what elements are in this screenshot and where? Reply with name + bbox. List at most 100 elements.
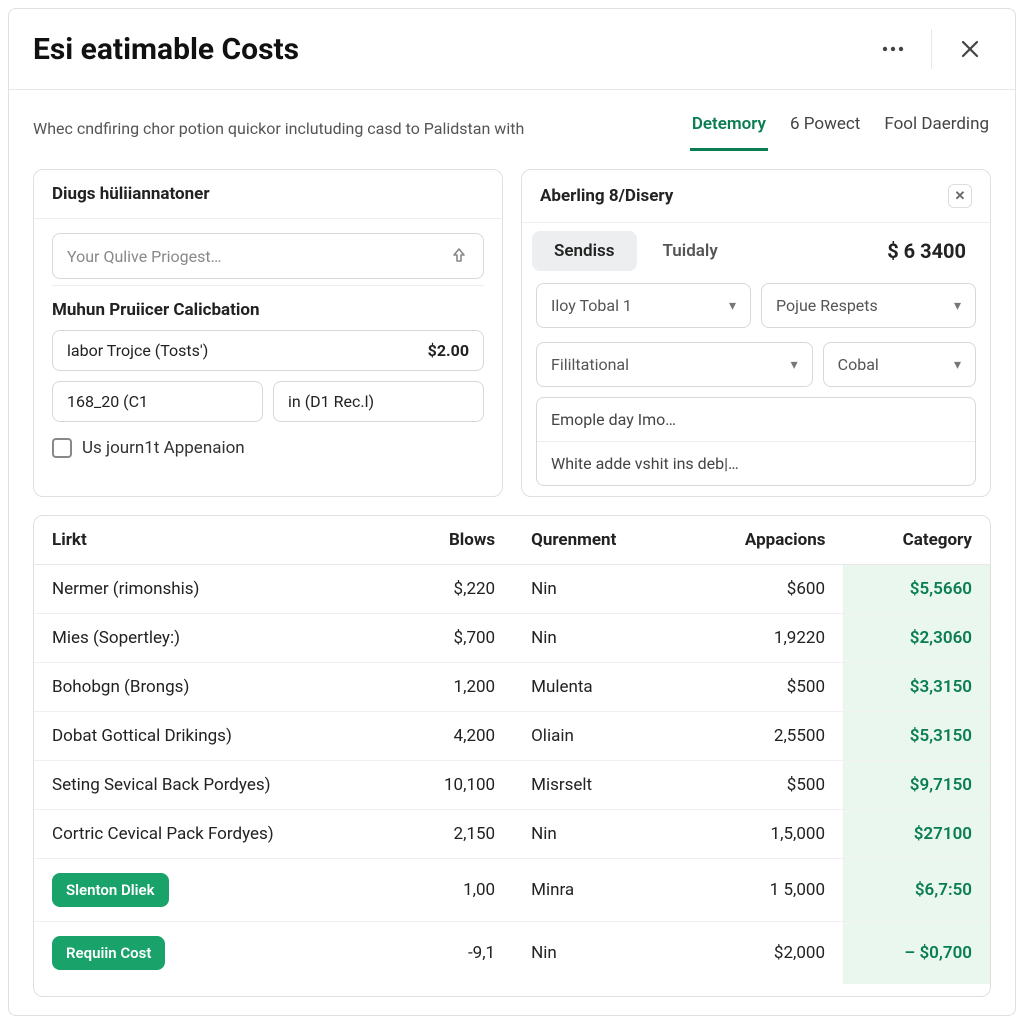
more-button[interactable] <box>863 29 923 69</box>
cell-name: Mies (Sopertley:) <box>34 614 392 663</box>
status-badge[interactable]: Slenton Dliek <box>52 873 169 907</box>
close-button[interactable] <box>931 29 991 69</box>
list-area: Emople day Imo… White adde vshit ins deb… <box>522 397 990 496</box>
cell-blows: 4,200 <box>392 712 513 761</box>
cell-appacions: $500 <box>682 761 844 810</box>
cell-blows: -9,1 <box>392 922 513 985</box>
labor-value: $2.00 <box>428 341 469 360</box>
header-actions <box>863 29 991 69</box>
list-box: Emople day Imo… White adde vshit ins deb… <box>536 397 976 486</box>
cell-qurenment: Nin <box>513 614 681 663</box>
cell-appacions: $2,000 <box>682 922 844 985</box>
panels-row: Diugs hüliiannatoner Your Qulive Prioges… <box>9 151 1015 515</box>
col-qurenment[interactable]: Qurenment <box>513 516 681 565</box>
tab-powect[interactable]: 6 Powect <box>788 106 862 151</box>
more-icon <box>882 46 904 52</box>
cell-blows: 1,00 <box>392 859 513 922</box>
table-row[interactable]: Requiin Cost -9,1 Nin $2,000 – $0,700 <box>34 922 990 985</box>
cell-name: Nermer (rimonshis) <box>34 565 392 614</box>
table-row[interactable]: Nermer (rimonshis) $,220 Nin $600 $5,566… <box>34 565 990 614</box>
cell-name: Seting Sevical Back Pordyes) <box>34 761 392 810</box>
checkbox-label: Us journ1t Appenaion <box>82 438 245 458</box>
status-badge[interactable]: Requiin Cost <box>52 936 165 970</box>
cost-modal: Esi eatimable Costs Whec cndfiring chor … <box>8 8 1016 1016</box>
select-filitational[interactable]: Fililtational ▾ <box>536 342 813 387</box>
col-category[interactable]: Category <box>844 516 990 565</box>
panel-close-button[interactable]: ✕ <box>948 184 972 208</box>
select-tobal-label: Iloy Tobal 1 <box>551 296 632 315</box>
close-icon <box>961 40 979 58</box>
cell-appacions: 1 5,000 <box>682 859 844 922</box>
cell-category: $2,3060 <box>844 614 990 663</box>
close-icon: ✕ <box>955 189 966 204</box>
cell-appacions: $500 <box>682 663 844 712</box>
cell-category: $27100 <box>844 810 990 859</box>
select-tobal[interactable]: Iloy Tobal 1 ▾ <box>536 283 751 328</box>
cell-blows: $,220 <box>392 565 513 614</box>
field-b-value: in (D1 Rec.l) <box>288 392 374 411</box>
field-a-value: 168_20 (C1 <box>67 392 148 411</box>
amount-display: $ 6 3400 <box>887 239 980 263</box>
table-row[interactable]: Bohobgn (Brongs) 1,200 Mulenta $500 $3,3… <box>34 663 990 712</box>
upload-icon <box>449 246 469 266</box>
inner-tabs: Sendiss Tuidaly $ 6 3400 <box>522 223 990 279</box>
search-input[interactable]: Your Qulive Priogest… <box>52 233 484 279</box>
modal-header: Esi eatimable Costs <box>9 9 1015 90</box>
calc-title: Muhun Pruiicer Calicbation <box>52 285 484 330</box>
search-placeholder: Your Qulive Priogest… <box>67 247 221 266</box>
cell-name: Dobat Gottical Drikings) <box>34 712 392 761</box>
table-row[interactable]: Seting Sevical Back Pordyes) 10,100 Misr… <box>34 761 990 810</box>
left-panel: Diugs hüliiannatoner Your Qulive Prioges… <box>33 169 503 497</box>
tab-sendiss[interactable]: Sendiss <box>532 231 637 271</box>
cell-appacions: 1,5,000 <box>682 810 844 859</box>
right-panel: Aberling 8/Disery ✕ Sendiss Tuidaly $ 6 … <box>521 169 991 497</box>
tab-daerding[interactable]: Fool Daerding <box>882 106 991 151</box>
col-lirkt[interactable]: Lirkt <box>34 516 392 565</box>
cell-qurenment: Nin <box>513 922 681 985</box>
field-a[interactable]: 168_20 (C1 <box>52 381 263 422</box>
table-row[interactable]: Dobat Gottical Drikings) 4,200 Oliain 2,… <box>34 712 990 761</box>
cost-table-wrap: Lirkt Blows Qurenment Appacions Category… <box>33 515 991 997</box>
chevron-down-icon: ▾ <box>791 357 798 373</box>
col-blows[interactable]: Blows <box>392 516 513 565</box>
labor-label: labor Trojce (Tosts') <box>67 341 208 360</box>
cell-category: $5,5660 <box>844 565 990 614</box>
cell-category: $3,3150 <box>844 663 990 712</box>
cell-blows: 10,100 <box>392 761 513 810</box>
chevron-down-icon: ▾ <box>729 298 736 314</box>
select-row-2: Fililtational ▾ Cobal ▾ <box>522 338 990 397</box>
checkbox[interactable] <box>52 438 72 458</box>
table-row[interactable]: Slenton Dliek 1,00 Minra 1 5,000 $6,7:50 <box>34 859 990 922</box>
col-appacions[interactable]: Appacions <box>682 516 844 565</box>
modal-title: Esi eatimable Costs <box>33 32 863 67</box>
cell-qurenment: Oliain <box>513 712 681 761</box>
tab-tuidaly[interactable]: Tuidaly <box>641 231 740 271</box>
table-header-row: Lirkt Blows Qurenment Appacions Category <box>34 516 990 565</box>
cell-qurenment: Misrselt <box>513 761 681 810</box>
subheader-text: Whec cndfiring chor potion quickor inclu… <box>33 119 670 138</box>
labor-row[interactable]: labor Trojce (Tosts') $2.00 <box>52 330 484 371</box>
left-panel-body: Your Qulive Priogest… Muhun Pruiicer Cal… <box>34 219 502 472</box>
table-body: Nermer (rimonshis) $,220 Nin $600 $5,566… <box>34 565 990 985</box>
list-item[interactable]: White adde vshit ins deb|… <box>537 442 975 485</box>
tab-detemory[interactable]: Detemory <box>690 106 768 151</box>
select-cobal-label: Cobal <box>838 355 879 374</box>
cell-category: $9,7150 <box>844 761 990 810</box>
select-respets[interactable]: Pojue Respets ▾ <box>761 283 976 328</box>
field-b[interactable]: in (D1 Rec.l) <box>273 381 484 422</box>
cell-appacions: 1,9220 <box>682 614 844 663</box>
select-cobal[interactable]: Cobal ▾ <box>823 342 976 387</box>
chevron-down-icon: ▾ <box>954 298 961 314</box>
cell-category: $5,3150 <box>844 712 990 761</box>
table-row[interactable]: Mies (Sopertley:) $,700 Nin 1,9220 $2,30… <box>34 614 990 663</box>
cell-category: $6,7:50 <box>844 859 990 922</box>
cell-qurenment: Nin <box>513 565 681 614</box>
list-item[interactable]: Emople day Imo… <box>537 398 975 442</box>
field-pair: 168_20 (C1 in (D1 Rec.l) <box>52 381 484 432</box>
select-filitational-label: Fililtational <box>551 355 629 374</box>
cell-qurenment: Mulenta <box>513 663 681 712</box>
checkbox-row[interactable]: Us journ1t Appenaion <box>52 438 484 458</box>
table-row[interactable]: Cortric Cevical Pack Fordyes) 2,150 Nin … <box>34 810 990 859</box>
left-panel-title: Diugs hüliiannatoner <box>34 170 502 219</box>
cell-name: Requiin Cost <box>34 922 392 985</box>
